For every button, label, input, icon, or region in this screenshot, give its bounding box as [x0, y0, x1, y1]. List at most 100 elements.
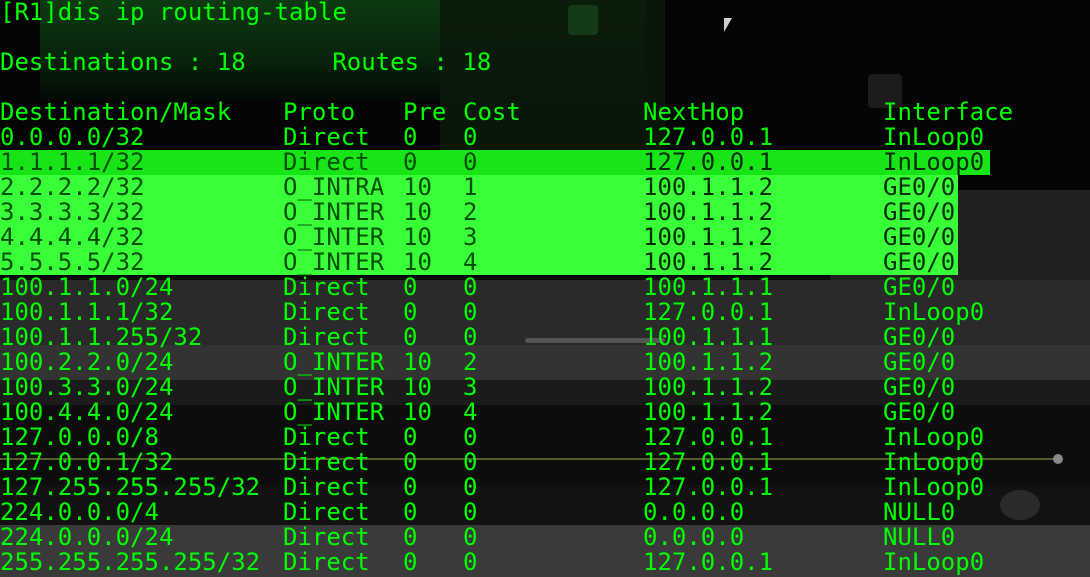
route-pre: 10 [403, 348, 432, 376]
route-interface: InLoop0 [883, 123, 985, 151]
route-pre: 0 [403, 473, 418, 501]
route-nexthop: 100.1.1.1 [643, 323, 774, 351]
route-pre: 0 [403, 448, 418, 476]
route-nexthop: 127.0.0.1 [643, 473, 774, 501]
route-proto: Direct [283, 123, 370, 151]
route-destination: 5.5.5.5/32 [0, 248, 145, 276]
table-row: 100.1.1.1/32 Direct 0 0 127.0.0.1 InLoop0 [0, 300, 1090, 325]
route-pre: 0 [403, 273, 418, 301]
route-cost: 2 [463, 198, 478, 226]
table-row: 2.2.2.2/32 O_INTRA 10 1 100.1.1.2 GE0/0 [0, 175, 1090, 200]
table-row: 100.1.1.0/24 Direct 0 0 100.1.1.1 GE0/0 [0, 275, 1090, 300]
route-pre: 10 [403, 223, 432, 251]
route-nexthop: 127.0.0.1 [643, 298, 774, 326]
terminal-window[interactable]: [R1]dis ip routing-table Destinations : … [0, 0, 1090, 577]
route-proto: O_INTER [283, 373, 385, 401]
app-icon [568, 5, 598, 35]
route-destination: 100.1.1.0/24 [0, 273, 174, 301]
route-destination: 224.0.0.0/4 [0, 498, 159, 526]
route-destination: 127.0.0.0/8 [0, 423, 159, 451]
route-cost: 0 [463, 423, 478, 451]
route-proto: Direct [283, 148, 370, 176]
command-line[interactable]: [R1]dis ip routing-table [0, 0, 347, 25]
route-interface: InLoop0 [883, 548, 985, 576]
route-nexthop: 127.0.0.1 [643, 423, 774, 451]
route-interface: GE0/0 [883, 373, 956, 401]
route-proto: O_INTER [283, 198, 385, 226]
route-nexthop: 0.0.0.0 [643, 523, 745, 551]
route-pre: 0 [403, 148, 418, 176]
route-cost: 0 [463, 148, 478, 176]
route-nexthop: 127.0.0.1 [643, 148, 774, 176]
table-row: 100.2.2.0/24 O_INTER 10 2 100.1.1.2 GE0/0 [0, 350, 1090, 375]
route-proto: Direct [283, 323, 370, 351]
route-cost: 3 [463, 373, 478, 401]
header-nexthop: NextHop [643, 98, 745, 126]
table-row: 4.4.4.4/32 O_INTER 10 3 100.1.1.2 GE0/0 [0, 225, 1090, 250]
table-row: 127.0.0.0/8 Direct 0 0 127.0.0.1 InLoop0 [0, 425, 1090, 450]
table-header: Destination/Mask Proto Pre Cost NextHop … [0, 100, 1090, 125]
route-nexthop: 127.0.0.1 [643, 548, 774, 576]
route-interface: GE0/0 [883, 323, 956, 351]
route-cost: 0 [463, 498, 478, 526]
route-destination: 100.4.4.0/24 [0, 398, 174, 426]
table-row: 0.0.0.0/32 Direct 0 0 127.0.0.1 InLoop0 [0, 125, 1090, 150]
table-row: 1.1.1.1/32 Direct 0 0 127.0.0.1 InLoop0 [0, 150, 1090, 175]
route-destination: 224.0.0.0/24 [0, 523, 174, 551]
route-nexthop: 100.1.1.2 [643, 198, 774, 226]
route-nexthop: 0.0.0.0 [643, 498, 745, 526]
route-pre: 0 [403, 423, 418, 451]
route-proto: O_INTER [283, 248, 385, 276]
header-destination: Destination/Mask [0, 98, 232, 126]
route-destination: 100.1.1.1/32 [0, 298, 174, 326]
route-nexthop: 100.1.1.2 [643, 248, 774, 276]
table-row: 127.0.0.1/32 Direct 0 0 127.0.0.1 InLoop0 [0, 450, 1090, 475]
route-destination: 127.0.0.1/32 [0, 448, 174, 476]
route-nexthop: 127.0.0.1 [643, 448, 774, 476]
route-pre: 10 [403, 398, 432, 426]
route-nexthop: 100.1.1.2 [643, 223, 774, 251]
route-interface: InLoop0 [883, 473, 985, 501]
route-cost: 0 [463, 323, 478, 351]
route-proto: O_INTRA [283, 173, 385, 201]
route-cost: 0 [463, 473, 478, 501]
route-pre: 10 [403, 198, 432, 226]
route-proto: O_INTER [283, 398, 385, 426]
table-row: 100.4.4.0/24 O_INTER 10 4 100.1.1.2 GE0/0 [0, 400, 1090, 425]
table-row: 224.0.0.0/4 Direct 0 0 0.0.0.0 NULL0 [0, 500, 1090, 525]
summary-line: Destinations : 18 Routes : 18 [0, 48, 492, 76]
route-cost: 4 [463, 248, 478, 276]
route-nexthop: 100.1.1.2 [643, 173, 774, 201]
header-cost: Cost [463, 98, 521, 126]
route-pre: 0 [403, 323, 418, 351]
route-pre: 10 [403, 173, 432, 201]
route-destination: 100.3.3.0/24 [0, 373, 174, 401]
table-row: 224.0.0.0/24 Direct 0 0 0.0.0.0 NULL0 [0, 525, 1090, 550]
route-interface: NULL0 [883, 498, 956, 526]
route-nexthop: 100.1.1.2 [643, 348, 774, 376]
route-interface: GE0/0 [883, 273, 956, 301]
route-proto: Direct [283, 523, 370, 551]
route-proto: O_INTER [283, 348, 385, 376]
route-cost: 0 [463, 123, 478, 151]
route-pre: 10 [403, 373, 432, 401]
table-row: 3.3.3.3/32 O_INTER 10 2 100.1.1.2 GE0/0 [0, 200, 1090, 225]
route-pre: 0 [403, 298, 418, 326]
route-proto: Direct [283, 498, 370, 526]
table-row: 100.1.1.255/32 Direct 0 0 100.1.1.1 GE0/0 [0, 325, 1090, 350]
route-cost: 0 [463, 273, 478, 301]
route-nexthop: 100.1.1.2 [643, 398, 774, 426]
route-destination: 4.4.4.4/32 [0, 223, 145, 251]
route-cost: 3 [463, 223, 478, 251]
route-interface: InLoop0 [883, 148, 985, 176]
table-row: 127.255.255.255/32 Direct 0 0 127.0.0.1 InLoo… [0, 475, 1090, 500]
route-destination: 3.3.3.3/32 [0, 198, 145, 226]
table-row: 100.3.3.0/24 O_INTER 10 3 100.1.1.2 GE0/0 [0, 375, 1090, 400]
header-proto: Proto [283, 98, 356, 126]
route-interface: NULL0 [883, 523, 956, 551]
route-proto: Direct [283, 548, 370, 576]
route-interface: InLoop0 [883, 448, 985, 476]
route-cost: 0 [463, 548, 478, 576]
table-row: 255.255.255.255/32 Direct 0 0 127.0.0.1 InLoo… [0, 550, 1090, 575]
header-pre: Pre [403, 98, 447, 126]
